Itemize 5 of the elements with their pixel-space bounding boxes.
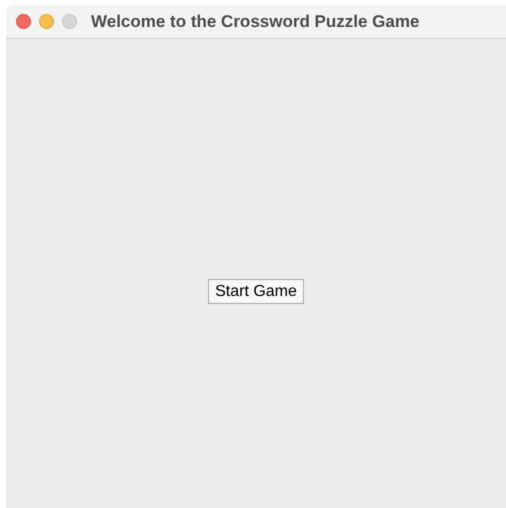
start-game-button[interactable]: Start Game [208, 279, 304, 304]
close-button[interactable] [16, 14, 31, 29]
window-title: Welcome to the Crossword Puzzle Game [91, 10, 420, 33]
minimize-button[interactable] [39, 14, 54, 29]
zoom-button[interactable] [62, 14, 77, 29]
